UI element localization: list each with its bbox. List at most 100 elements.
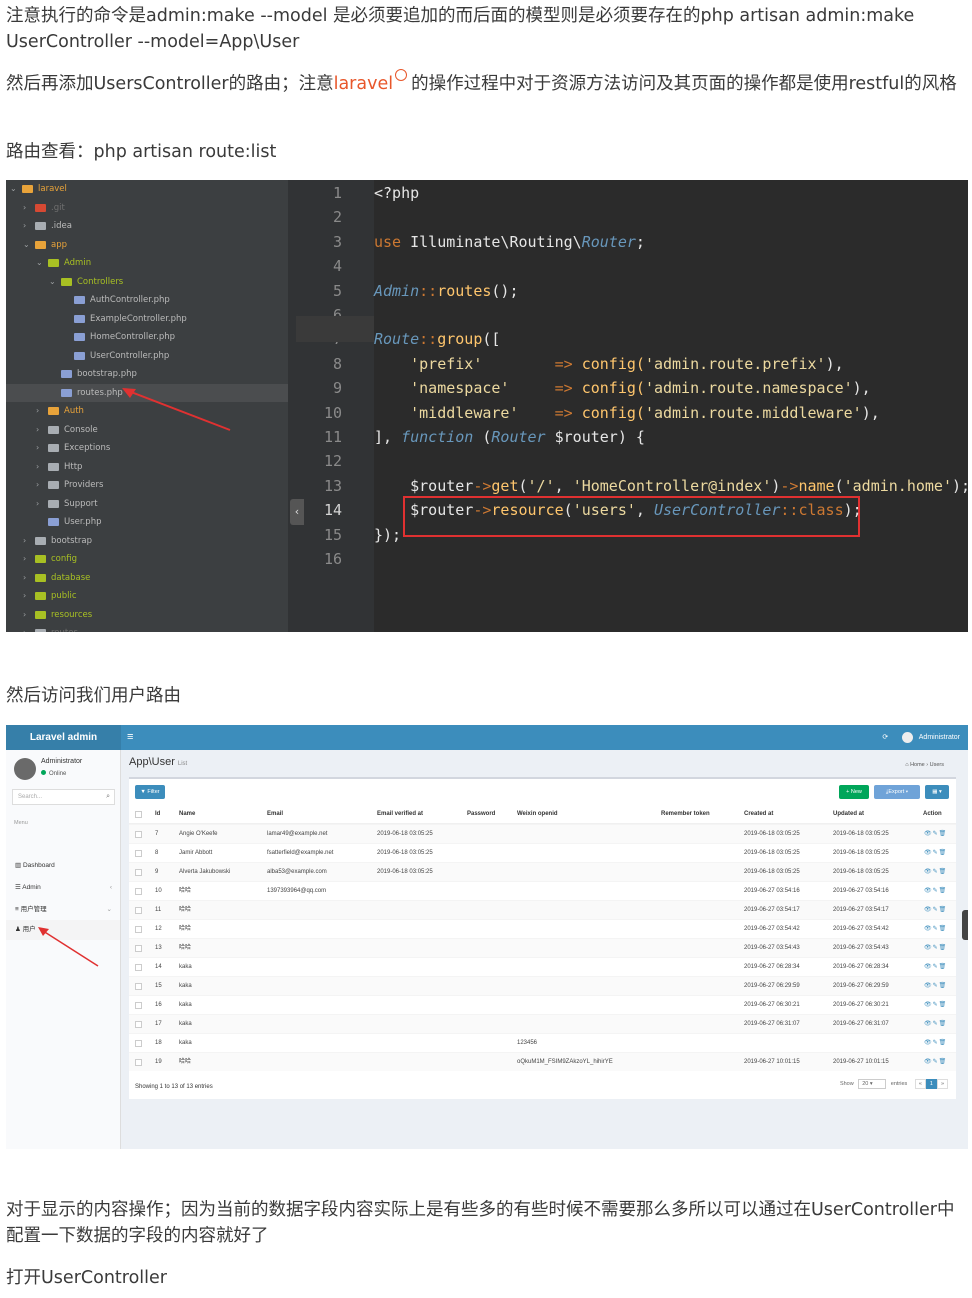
chevron-right-icon[interactable]: › [36,421,39,439]
filter-button[interactable]: ▼ Filter [135,785,165,799]
eye-icon[interactable]: 👁 [924,926,933,932]
eye-icon[interactable]: 👁 [924,1002,933,1008]
eye-icon[interactable]: 👁 [924,945,933,951]
column-header[interactable]: Id [155,805,160,824]
new-button[interactable]: + New [839,785,869,799]
tree-item[interactable]: UserController.php [6,347,288,365]
tree-item[interactable]: › Providers [6,476,288,494]
row-checkbox[interactable] [135,1021,142,1028]
row-checkbox[interactable] [135,869,142,876]
row-actions[interactable]: 👁✎🗑 [924,1034,947,1053]
row-checkbox[interactable] [135,926,142,933]
column-header[interactable]: Updated at [833,805,864,824]
tree-item[interactable]: › database [6,569,288,587]
eye-icon[interactable]: 👁 [924,1059,933,1065]
trash-icon[interactable]: 🗑 [939,1059,948,1065]
hamburger-icon[interactable]: ≡ [127,725,133,750]
chevron-right-icon[interactable]: › [23,199,26,217]
trash-icon[interactable]: 🗑 [939,983,948,989]
tree-item[interactable]: › .git [6,199,288,217]
per-page-select[interactable]: 20 ▾ [858,1079,887,1089]
row-actions[interactable]: 👁✎🗑 [924,844,947,863]
next-page-button[interactable]: » [936,1079,948,1089]
chevron-right-icon[interactable]: › [23,217,26,235]
eye-icon[interactable]: 👁 [924,869,933,875]
breadcrumb-home[interactable]: Home [910,762,925,768]
column-header[interactable]: Remember token [661,805,710,824]
column-header[interactable]: Email verified at [377,805,423,824]
row-checkbox[interactable] [135,945,142,952]
page-button[interactable]: 1 [925,1079,937,1089]
chevron-right-icon[interactable]: › [36,458,39,476]
laravel-link[interactable]: laravel [334,74,394,94]
trash-icon[interactable]: 🗑 [939,831,948,837]
chevron-left-icon[interactable]: ‹ [290,499,304,525]
row-actions[interactable]: 👁✎🗑 [924,863,947,882]
tree-item[interactable]: ⌄ laravel [6,180,288,198]
chevron-right-icon[interactable]: › [23,532,26,550]
tree-item[interactable]: › bootstrap [6,532,288,550]
tree-item[interactable]: › routes [6,624,288,632]
chevron-right-icon[interactable]: › [23,624,26,632]
tree-item[interactable]: ⌄ Controllers [6,273,288,291]
tree-item[interactable]: User.php [6,513,288,531]
tree-item[interactable]: › .idea [6,217,288,235]
tree-item[interactable]: › Exceptions [6,439,288,457]
trash-icon[interactable]: 🗑 [939,945,948,951]
tree-item[interactable]: ⌄ Admin [6,254,288,272]
row-actions[interactable]: 👁✎🗑 [924,958,947,977]
search-icon[interactable]: ⌕ [106,790,110,804]
eye-icon[interactable]: 👁 [924,831,933,837]
chevron-down-icon[interactable]: ⌄ [23,236,30,254]
column-header[interactable]: Password [467,805,495,824]
row-checkbox[interactable] [135,888,142,895]
row-actions[interactable]: 👁✎🗑 [924,1015,947,1034]
eye-icon[interactable]: 👁 [924,964,933,970]
tree-item[interactable]: › Http [6,458,288,476]
chevron-right-icon[interactable]: › [23,550,26,568]
column-header[interactable]: Email [267,805,283,824]
admin-avatar[interactable] [902,731,914,743]
eye-icon[interactable]: 👁 [924,1021,933,1027]
row-actions[interactable]: 👁✎🗑 [924,977,947,996]
export-button[interactable]: ⤓Export ▾ [874,785,920,799]
column-header[interactable]: Weixin openid [517,805,558,824]
eye-icon[interactable]: 👁 [924,907,933,913]
refresh-icon[interactable]: ⟳ [882,734,888,741]
row-checkbox[interactable] [135,1059,142,1066]
trash-icon[interactable]: 🗑 [939,1021,948,1027]
row-checkbox[interactable] [135,850,142,857]
chevron-right-icon[interactable]: › [23,606,26,624]
scrollbar[interactable] [962,910,968,940]
topbar-user[interactable]: Administrator [919,734,960,741]
tree-item[interactable]: AuthController.php [6,291,288,309]
tree-item[interactable]: ExampleController.php [6,310,288,328]
tree-item[interactable]: bootstrap.php [6,365,288,383]
admin-logo[interactable]: Laravel admin [6,725,121,750]
sidebar-item-user-mgmt[interactable]: ≡ 用户管理 ⌄ [6,900,120,920]
row-actions[interactable]: 👁✎🗑 [924,920,947,939]
row-checkbox[interactable] [135,983,142,990]
chevron-down-icon[interactable]: ⌄ [49,273,56,291]
eye-icon[interactable]: 👁 [924,1040,933,1046]
column-header[interactable]: Name [179,805,195,824]
column-header[interactable]: Created at [744,805,773,824]
tree-item[interactable]: › config [6,550,288,568]
prev-page-button[interactable]: « [914,1079,926,1089]
trash-icon[interactable]: 🗑 [939,907,948,913]
row-actions[interactable]: 👁✎🗑 [924,825,947,844]
chevron-right-icon[interactable]: › [36,439,39,457]
select-all-checkbox[interactable] [135,811,142,818]
trash-icon[interactable]: 🗑 [939,888,948,894]
row-checkbox[interactable] [135,1040,142,1047]
row-checkbox[interactable] [135,1002,142,1009]
trash-icon[interactable]: 🗑 [939,1002,948,1008]
column-header[interactable]: Action [923,805,942,824]
eye-icon[interactable]: 👁 [924,888,933,894]
sidebar-item-dashboard[interactable]: ▥ Dashboard [6,856,120,876]
tree-item[interactable]: › resources [6,606,288,624]
row-actions[interactable]: 👁✎🗑 [924,882,947,901]
trash-icon[interactable]: 🗑 [939,1040,948,1046]
trash-icon[interactable]: 🗑 [939,964,948,970]
tree-item[interactable]: › public [6,587,288,605]
